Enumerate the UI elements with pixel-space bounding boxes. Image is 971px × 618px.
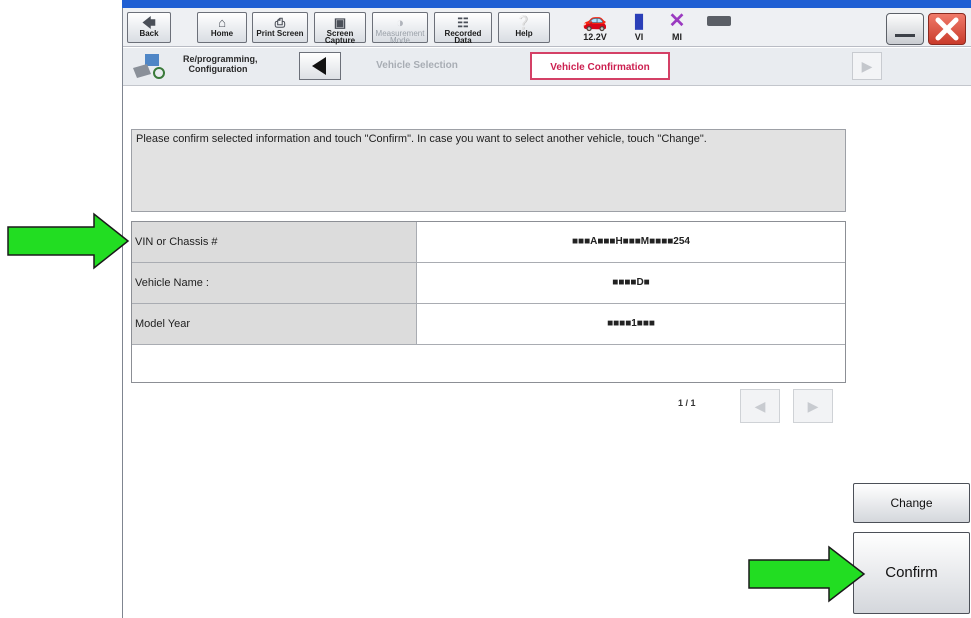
page-prev-button[interactable]: ◀: [740, 389, 780, 423]
camera-icon: ▣: [333, 15, 347, 30]
forward-triangle-icon: ▶: [861, 58, 873, 74]
instruction-message: Please confirm selected information and …: [131, 129, 846, 212]
table-row[interactable]: VIN or Chassis # ■■■A■■■H■■■M■■■■254: [132, 222, 845, 263]
mi-label: MI: [672, 32, 682, 42]
screen-capture-label: Screen Capture: [324, 29, 356, 45]
device-icon: [703, 10, 735, 32]
printer-icon: ⎙: [274, 15, 286, 30]
instruction-text: Please confirm selected information and …: [136, 133, 707, 145]
confirm-callout-arrow-icon: [748, 545, 866, 603]
measurement-mode-label: Measurement Mode: [375, 29, 425, 45]
nav-forward-button[interactable]: ▶: [852, 52, 882, 80]
print-screen-button[interactable]: ⎙ Print Screen: [252, 12, 308, 43]
vehicle-name-value: ■■■■D■: [612, 277, 650, 288]
meter-icon: ◑: [396, 15, 404, 30]
back-triangle-icon: [312, 57, 326, 75]
screen-capture-button[interactable]: ▣ Screen Capture: [314, 12, 366, 45]
table-row[interactable]: Vehicle Name : ■■■■D■: [132, 263, 845, 304]
model-year-label: Model Year: [132, 304, 417, 344]
measurement-mode-button[interactable]: ◑ Measurement Mode: [372, 12, 428, 45]
confirm-label: Confirm: [885, 564, 938, 581]
step-vehicle-confirmation-label: Vehicle Confirmation: [550, 62, 650, 73]
reprogramming-icon: [129, 52, 169, 80]
back-arrow-icon: 🡄: [142, 15, 156, 30]
close-button[interactable]: [928, 13, 966, 45]
help-label: Help: [515, 29, 533, 38]
help-button[interactable]: ❔ Help: [498, 12, 550, 43]
home-icon: ⌂: [218, 15, 226, 30]
table-row-empty: [132, 345, 845, 385]
minimize-button[interactable]: [886, 13, 924, 45]
back-label: Back: [139, 29, 159, 38]
page-indicator: 1 / 1: [678, 398, 696, 408]
minimize-icon: [895, 34, 915, 37]
mi-status: ✕ MI: [661, 10, 693, 42]
table-row[interactable]: Model Year ■■■■1■■■: [132, 304, 845, 345]
home-button[interactable]: ⌂ Home: [197, 12, 247, 43]
vin-label: VIN or Chassis #: [132, 222, 417, 262]
recorded-data-icon: ☷: [457, 15, 469, 30]
device-status: [703, 10, 735, 32]
page-prev-icon: ◀: [754, 398, 766, 414]
step-vehicle-confirmation: Vehicle Confirmation: [530, 52, 670, 80]
help-icon: ❔: [515, 15, 533, 30]
home-label: Home: [210, 29, 234, 38]
page-next-button[interactable]: ▶: [793, 389, 833, 423]
confirm-button[interactable]: Confirm: [853, 532, 970, 614]
voltage-value: 12.2V: [583, 32, 607, 42]
vehicle-info-table: VIN or Chassis # ■■■A■■■H■■■M■■■■254 Veh…: [131, 221, 846, 383]
step-vehicle-selection-label: Vehicle Selection: [376, 60, 458, 71]
battery-status: 🚗 12.2V: [575, 10, 615, 42]
vi-label: VI: [634, 32, 644, 42]
print-screen-label: Print Screen: [256, 29, 304, 38]
car-icon: 🚗: [582, 10, 608, 32]
navigation-bar: Re/programming, Configuration Vehicle Se…: [123, 48, 971, 86]
vin-callout-arrow-icon: [7, 212, 130, 270]
title-bar: [122, 0, 971, 8]
change-button[interactable]: Change: [853, 483, 970, 523]
nav-title: Re/programming, Configuration: [183, 54, 258, 74]
model-year-value: ■■■■1■■■: [607, 318, 655, 329]
recorded-data-label: Recorded Data: [444, 29, 482, 45]
step-vehicle-selection[interactable]: Vehicle Selection: [355, 52, 479, 80]
back-button[interactable]: 🡄 Back: [127, 12, 171, 43]
nav-back-button[interactable]: [299, 52, 341, 80]
vin-value: ■■■A■■■H■■■M■■■■254: [572, 236, 690, 247]
vi-status: ▮ VI: [623, 10, 655, 42]
close-icon: [935, 17, 959, 41]
recorded-data-button[interactable]: ☷ Recorded Data: [434, 12, 492, 45]
mi-disconnected-icon: ✕: [668, 10, 686, 32]
vi-connection-icon: ▮: [633, 10, 645, 32]
vehicle-name-label: Vehicle Name :: [132, 263, 417, 303]
toolbar: 🡄 Back ⌂ Home ⎙ Print Screen ▣ Screen Ca…: [123, 8, 971, 47]
page-next-icon: ▶: [807, 398, 819, 414]
change-label: Change: [890, 496, 933, 510]
